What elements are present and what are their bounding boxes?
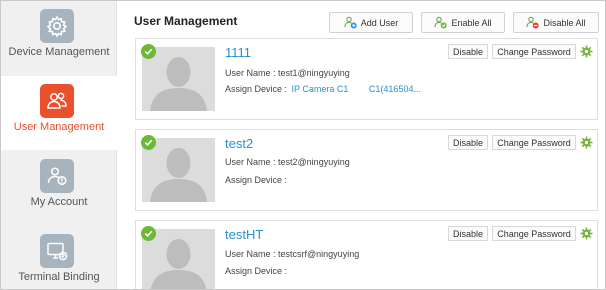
user-name-field: User Name : testcsrf@ningyuying (225, 249, 359, 259)
disable-button[interactable]: Disable (448, 44, 488, 59)
assign-device-label: Assign Device : (225, 175, 288, 185)
sidebar-item-user-management[interactable]: User Management (1, 76, 117, 150)
disable-button[interactable]: Disable (448, 226, 488, 241)
monitor-check-icon (40, 234, 74, 268)
account-icon (40, 159, 74, 193)
gear-icon (40, 9, 74, 43)
sidebar-item-device-management[interactable]: Device Management (1, 1, 117, 75)
page-title: User Management (134, 14, 238, 28)
disable-user-icon (526, 16, 540, 29)
sidebar-item-my-account[interactable]: My Account (1, 151, 117, 225)
enable-all-button[interactable]: Enable All (421, 12, 505, 33)
device-link[interactable]: C1(416504... (369, 84, 421, 94)
sidebar: Device Management User Management My Acc… (1, 1, 118, 289)
add-user-button[interactable]: Add User (329, 12, 413, 33)
sidebar-item-label: My Account (30, 196, 88, 208)
enable-all-label: Enable All (451, 17, 492, 28)
assign-device-field: Assign Device : IP Camera C1 C1(416504..… (225, 84, 421, 94)
disable-button[interactable]: Disable (448, 135, 488, 150)
user-name-field: User Name : test1@ningyuying (225, 68, 350, 78)
user-card: testHT User Name : testcsrf@ningyuying A… (135, 220, 598, 289)
sidebar-item-label: Terminal Binding (18, 271, 100, 283)
user-name-field: User Name : test2@ningyuying (225, 157, 350, 167)
device-link[interactable]: IP Camera C1 (292, 84, 349, 94)
user-name-title[interactable]: testHT (225, 227, 263, 242)
enable-user-icon (434, 16, 448, 29)
settings-gear-icon[interactable] (580, 136, 593, 149)
user-name-value: test2@ningyuying (278, 157, 350, 167)
user-name-value: testcsrf@ningyuying (278, 249, 360, 259)
status-ok-icon (141, 226, 156, 241)
assign-device-field: Assign Device : (225, 266, 287, 276)
add-user-icon (344, 16, 357, 29)
user-name-label: User Name : (225, 68, 276, 78)
assign-device-field: Assign Device : (225, 175, 287, 185)
assign-device-label: Assign Device : (225, 84, 288, 94)
status-ok-icon (141, 44, 156, 59)
disable-all-label: Disable All (543, 17, 586, 28)
status-ok-icon (141, 135, 156, 150)
change-password-button[interactable]: Change Password (492, 226, 576, 241)
user-name-title[interactable]: 1111 (225, 45, 251, 60)
sidebar-item-label: Device Management (8, 46, 110, 58)
sidebar-item-label: User Management (13, 121, 105, 133)
change-password-button[interactable]: Change Password (492, 135, 576, 150)
settings-gear-icon[interactable] (580, 45, 593, 58)
active-pointer (111, 101, 118, 119)
user-name-title[interactable]: test2 (225, 136, 253, 151)
disable-all-button[interactable]: Disable All (513, 12, 599, 33)
user-card: test2 User Name : test2@ningyuying Assig… (135, 129, 598, 211)
assign-device-label: Assign Device : (225, 266, 288, 276)
change-password-button[interactable]: Change Password (492, 44, 576, 59)
user-name-label: User Name : (225, 249, 276, 259)
add-user-label: Add User (360, 17, 399, 28)
user-name-value: test1@ningyuying (278, 68, 350, 78)
settings-gear-icon[interactable] (580, 227, 593, 240)
users-icon (40, 84, 74, 118)
user-name-label: User Name : (225, 157, 276, 167)
user-card: 1111 User Name : test1@ningyuying Assign… (135, 38, 598, 120)
sidebar-item-terminal-binding[interactable]: Terminal Binding (1, 226, 117, 289)
app-window: Device Management User Management My Acc… (0, 0, 606, 290)
